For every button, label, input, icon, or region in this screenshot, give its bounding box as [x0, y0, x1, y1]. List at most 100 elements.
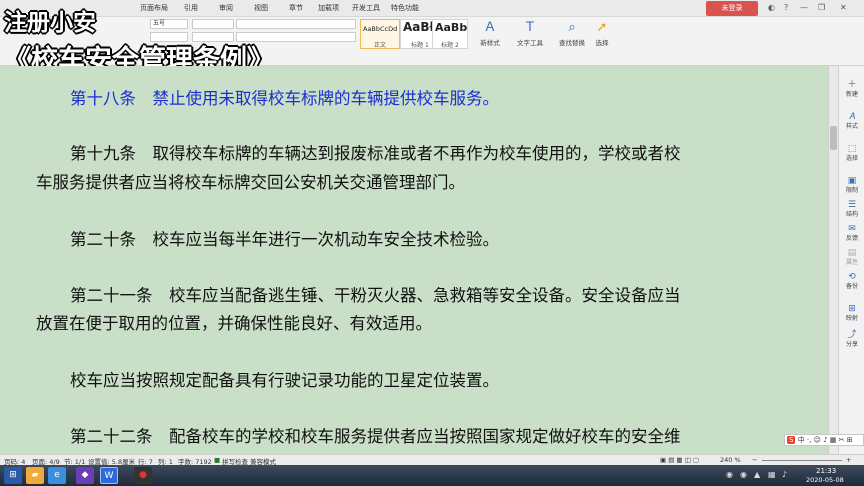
new-style-icon: Ａ [483, 20, 497, 35]
pane-label: 映射 [845, 315, 858, 322]
view-mode-icons[interactable]: ▣ ▤ ▦ ◫ ▢ [660, 456, 699, 464]
pane-label: 备份 [845, 283, 858, 290]
paragraph-line: 车服务提供者应当将校车标牌交回公安机关交通管理部门。 [36, 173, 465, 192]
restore-icon[interactable]: ❐ [818, 3, 825, 12]
scrollbar-thumb[interactable] [830, 126, 837, 150]
browser-icon[interactable]: e [48, 467, 66, 484]
tray-network-icon[interactable]: ▦ [768, 470, 776, 479]
pane-select[interactable]: ⬚ 选择 [839, 144, 864, 163]
clock-time[interactable]: 21:33 [816, 467, 836, 475]
zoom-level[interactable]: 240 % [720, 456, 741, 464]
pane-mapping[interactable]: ⊞ 映射 [839, 304, 864, 323]
zoom-slider[interactable] [762, 460, 842, 461]
menu-developer[interactable]: 开发工具 [352, 3, 380, 13]
wps-writer-icon[interactable]: W [100, 467, 118, 484]
pane-backup[interactable]: ⟲ 备份 [839, 272, 864, 291]
mapping-icon: ⊞ [848, 304, 856, 314]
paragraph-article-18: 第十八条 禁止使用未取得校车标牌的车辆提供校车服务。 [70, 84, 828, 113]
paragraph-line: 校车应当按照规定配备具有行驶记录功能的卫星定位装置。 [70, 371, 499, 390]
style-heading-2-sample: AaBb [435, 21, 468, 34]
structure-icon: ☰ [847, 200, 857, 210]
paragraph-line: 第十八条 禁止使用未取得校车标牌的车辆提供校车服务。 [70, 89, 499, 108]
menu-references[interactable]: 引用 [184, 3, 198, 13]
pane-structure[interactable]: ☰ 结构 [839, 200, 864, 219]
new-style-button[interactable]: Ａ 新样式 [470, 19, 510, 59]
paragraph-line: 第二十条 校车应当每半年进行一次机动车安全技术检验。 [70, 230, 499, 249]
menu-bar: 页面布局 引用 审阅 视图 章节 加载项 开发工具 特色功能 未登录 ◐ ? —… [0, 0, 864, 17]
menu-features[interactable]: 特色功能 [391, 3, 419, 13]
paragraph-article-21-cont: 放置在便于取用的位置，并确保性能良好、有效适用。 [36, 309, 796, 338]
lock-icon: ▣ [847, 176, 857, 186]
style-heading-1-sample: AaBł [403, 20, 434, 34]
zoom-out-icon[interactable]: − [752, 456, 757, 464]
cursor-arrow-icon: ➚ [596, 20, 608, 35]
taskbar: ⊞ ▰ e ◆ W ● ◉ ◉ ▲ ▦ ♪ 21:33 2020-05-08 [0, 465, 864, 486]
pane-label: 样式 [845, 123, 858, 130]
close-icon[interactable]: ✕ [840, 3, 847, 12]
paragraph-article-21: 第二十一条 校车应当配备逃生锤、干粉灭火器、急救箱等安全设备。安全设备应当 [70, 281, 828, 310]
overlay-title-line1: 注册小安 [4, 10, 96, 36]
login-button[interactable]: 未登录 [706, 1, 758, 16]
vertical-scrollbar[interactable] [828, 66, 838, 454]
style-normal[interactable]: AaBbCcDd 正文 [360, 19, 400, 49]
paragraph-line: 第二十二条 配备校车的学校和校车服务提供者应当按照国家规定做好校车的安全维 [70, 427, 681, 446]
paragraph-row[interactable] [192, 19, 234, 29]
style-normal-label: 正文 [373, 42, 386, 49]
style-normal-sample: AaBbCcDd [363, 25, 398, 33]
pane-new[interactable]: ＋新建 [839, 80, 864, 99]
select-label: 选择 [595, 39, 609, 47]
tray-volume-icon[interactable]: ♪ [782, 470, 787, 479]
pane-style[interactable]: 𝐴 样式 [839, 112, 864, 131]
pane-label: 选择 [845, 155, 858, 162]
pane-restrict[interactable]: ▣ 限制 [839, 176, 864, 195]
tray-flag-icon[interactable]: ▲ [754, 470, 760, 479]
pane-share[interactable]: ⤴ 分享 [839, 330, 864, 349]
select-button[interactable]: ➚ 选择 [582, 19, 622, 59]
paragraph-line: 第二十一条 校车应当配备逃生锤、干粉灭火器、急救箱等安全设备。安全设备应当 [70, 286, 681, 305]
font-size-select[interactable]: 五号 [150, 19, 188, 29]
menu-page-layout[interactable]: 页面布局 [140, 3, 168, 13]
start-button-icon[interactable]: ⊞ [4, 467, 22, 484]
task-pane: ＋新建 𝐴 样式 ⬚ 选择 ▣ 限制 ☰ 结构 ✉ 反馈 ▤ 属性 ⟲ 备份 ⊞ 映射 ⤴ 分享 [838, 66, 864, 454]
paragraph-article-19-cont: 车服务提供者应当将校车标牌交回公安机关交通管理部门。 [36, 168, 796, 197]
menu-chapter[interactable]: 章节 [289, 3, 303, 13]
pane-properties[interactable]: ▤ 属性 [839, 248, 864, 267]
explorer-icon[interactable]: ▰ [26, 467, 44, 484]
pane-label: 反馈 [845, 235, 858, 242]
app-icon[interactable]: ◆ [76, 467, 94, 484]
minimize-icon[interactable]: — [800, 3, 808, 12]
paragraph-article-20: 第二十条 校车应当每半年进行一次机动车安全技术检验。 [70, 225, 828, 254]
style-heading-2-label: 标题 2 [441, 42, 459, 49]
pane-feedback[interactable]: ✉ 反馈 [839, 224, 864, 243]
feedback-icon: ✉ [848, 224, 856, 234]
zoom-in-icon[interactable]: + [846, 456, 851, 464]
paragraph-gps: 校车应当按照规定配备具有行驶记录功能的卫星定位装置。 [70, 366, 828, 395]
text-tools-button[interactable]: Ｔ 文字工具 [510, 19, 550, 59]
pane-label: 结构 [845, 211, 858, 218]
tray-app-icon[interactable]: ◉ [740, 470, 747, 479]
properties-icon: ▤ [847, 248, 857, 258]
record-icon[interactable]: ● [134, 467, 152, 484]
clock-date[interactable]: 2020-05-08 [806, 476, 844, 484]
new-style-label: 新样式 [480, 39, 500, 47]
backup-icon: ⟲ [848, 272, 856, 282]
pane-label: 限制 [845, 187, 858, 194]
share-icon: ⤴ [847, 330, 857, 340]
style-heading-2[interactable]: AaBb 标题 2 [432, 19, 468, 49]
paragraph-article-19: 第十九条 取得校车标牌的车辆达到报废标准或者不再作为校车使用的，学校或者校 [70, 139, 828, 168]
tray-record-icon[interactable]: ◉ [726, 470, 733, 479]
list-indent-row[interactable] [236, 19, 356, 29]
pane-label: 分享 [845, 341, 858, 348]
document-page[interactable]: 第十八条 禁止使用未取得校车标牌的车辆提供校车服务。 第十九条 取得校车标牌的车… [0, 66, 828, 454]
skin-icon[interactable]: ◐ [768, 3, 775, 12]
paragraph-line: 放置在便于取用的位置，并确保性能良好、有效适用。 [36, 314, 432, 333]
menu-addins[interactable]: 加载项 [318, 3, 339, 13]
menu-review[interactable]: 审阅 [219, 3, 233, 13]
ime-status: 中 ·, ☺ ♪ ▦ ✂ ⊞ [797, 436, 853, 444]
new-icon: ＋ [847, 80, 857, 90]
help-icon[interactable]: ? [784, 3, 788, 12]
menu-view[interactable]: 视图 [254, 3, 268, 13]
sogou-logo-icon: S [787, 436, 796, 444]
select-icon: ⬚ [847, 144, 857, 154]
ime-toolbar[interactable]: S 中 ·, ☺ ♪ ▦ ✂ ⊞ [784, 434, 864, 446]
